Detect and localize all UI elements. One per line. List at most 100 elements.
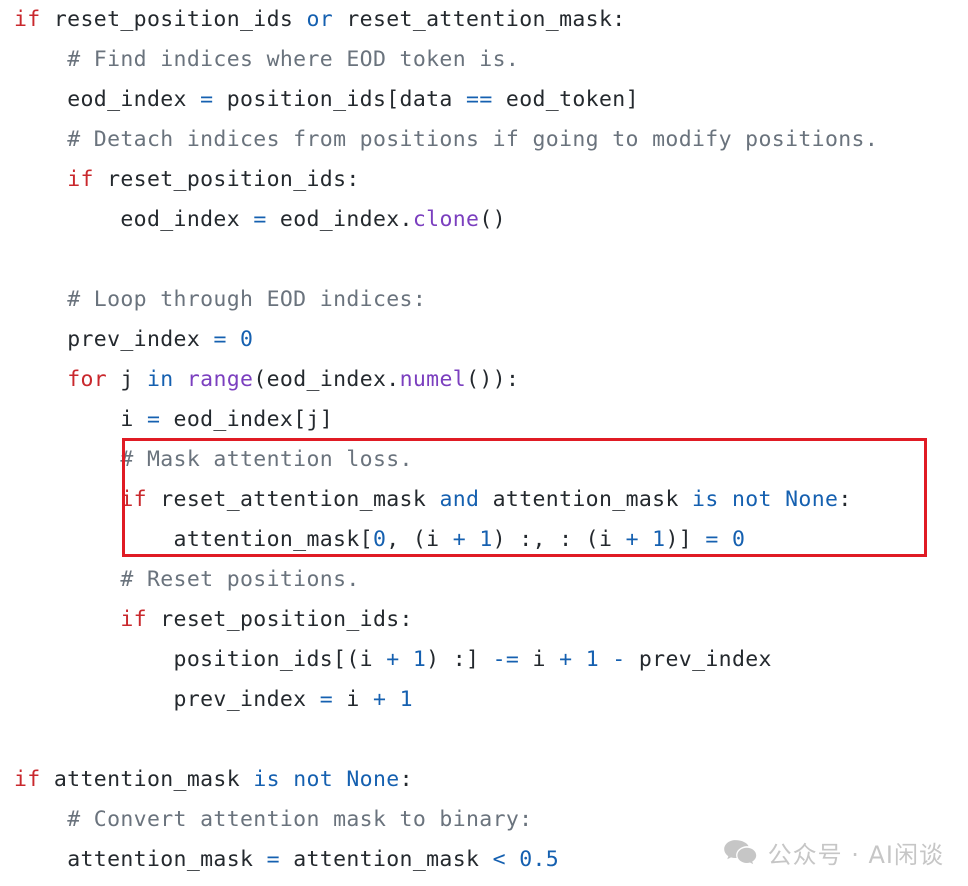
code-line: attention_mask[0, (i + 1) :, : (i + 1)] … [14, 520, 968, 560]
code-token-cmt: # Reset positions. [120, 567, 360, 592]
code-token-txt: ()): [466, 367, 520, 392]
code-token-op: = [319, 687, 334, 712]
code-token-op: = [705, 527, 719, 552]
code-token-num: 0 [372, 527, 387, 552]
code-token-txt: i [333, 687, 373, 712]
code-token-num: 1 [652, 527, 666, 552]
code-line: # Detach indices from positions if going… [14, 120, 968, 160]
code-line: if reset_position_ids: [14, 160, 968, 200]
code-token-txt: prev_index [67, 327, 214, 352]
wechat-logo-icon [723, 839, 757, 867]
code-token-op-kw: None [785, 487, 839, 512]
code-token-txt: prev_index [625, 647, 772, 672]
code-token-op-kw: is [692, 487, 719, 512]
code-token-op-kw: and [439, 487, 480, 512]
code-token-txt: attention_mask [67, 847, 267, 872]
code-token-cmt: # Convert attention mask to binary: [67, 807, 533, 832]
code-token-txt: : [838, 487, 852, 512]
code-token-txt: prev_index [173, 687, 320, 712]
code-token-txt: () [479, 207, 506, 232]
code-token-num: 0 [240, 327, 254, 352]
code-line: prev_index = i + 1 [14, 680, 968, 720]
code-token-op: = [266, 847, 280, 872]
code-token-op-kw: not [731, 487, 772, 512]
code-line: if reset_position_ids or reset_attention… [14, 0, 968, 40]
code-token-txt: eod_index [67, 87, 201, 112]
code-token-fn: range [186, 367, 254, 392]
code-token-cmt: # Mask attention loss. [120, 447, 413, 472]
code-token-txt: eod_index[j] [160, 407, 334, 432]
code-token-fn: clone [412, 207, 480, 232]
code-token-txt: reset_position_ids [40, 7, 307, 32]
code-token-txt: eod_index. [266, 207, 413, 232]
code-token-num: 1 [585, 647, 599, 672]
watermark: 公众号 · AI闲谈 [723, 835, 944, 870]
code-token-txt: j [107, 367, 147, 392]
code-token-txt: attention_mask[ [173, 527, 373, 552]
code-token-op: = [213, 327, 227, 352]
code-token-op: + [625, 527, 639, 552]
code-token-txt: eod_index [120, 207, 254, 232]
code-line: if reset_position_ids: [14, 600, 968, 640]
code-line: # Mask attention loss. [14, 440, 968, 480]
code-line: # Find indices where EOD token is. [14, 40, 968, 80]
code-line: position_ids[(i + 1) :] -= i + 1 - prev_… [14, 640, 968, 680]
code-line: if attention_mask is not None: [14, 760, 968, 800]
code-token-op: + [452, 527, 467, 552]
code-line: eod_index = position_ids[data == eod_tok… [14, 80, 968, 120]
code-token-op: = [253, 207, 267, 232]
code-token-txt: reset_position_ids: [146, 607, 413, 632]
code-token-txt: ) :] [426, 647, 493, 672]
code-line: eod_index = eod_index.clone() [14, 200, 968, 240]
code-token-txt: : [399, 767, 413, 792]
code-token-num: 1 [399, 687, 413, 712]
code-token-txt: )] [665, 527, 706, 552]
code-token-kw: if [120, 607, 147, 632]
code-line: # Reset positions. [14, 560, 968, 600]
code-token-txt: eod_token] [492, 87, 639, 112]
code-line: prev_index = 0 [14, 320, 968, 360]
code-token-op-kw: not [293, 767, 334, 792]
code-token-txt: attention_mask [40, 767, 254, 792]
code-token-kw: if [120, 487, 147, 512]
code-line: if reset_attention_mask and attention_ma… [14, 480, 968, 520]
code-snippet-figure: if reset_position_ids or reset_attention… [0, 0, 968, 886]
code-token-txt: reset_attention_mask [146, 487, 440, 512]
code-token-txt: attention_mask [479, 487, 693, 512]
code-token-op-kw: in [146, 367, 174, 392]
code-token-op: < [492, 847, 506, 872]
code-token-op-kw: is [253, 767, 280, 792]
code-token-txt: , (i [386, 527, 453, 552]
code-token-txt: i [120, 407, 147, 432]
code-token-op: -= [492, 647, 520, 672]
code-token-kw: for [67, 367, 108, 392]
watermark-text: 公众号 · AI闲谈 [767, 841, 944, 869]
code-token-op: + [372, 687, 387, 712]
code-token-op: == [466, 87, 493, 112]
code-token-txt: position_ids[data [213, 87, 467, 112]
